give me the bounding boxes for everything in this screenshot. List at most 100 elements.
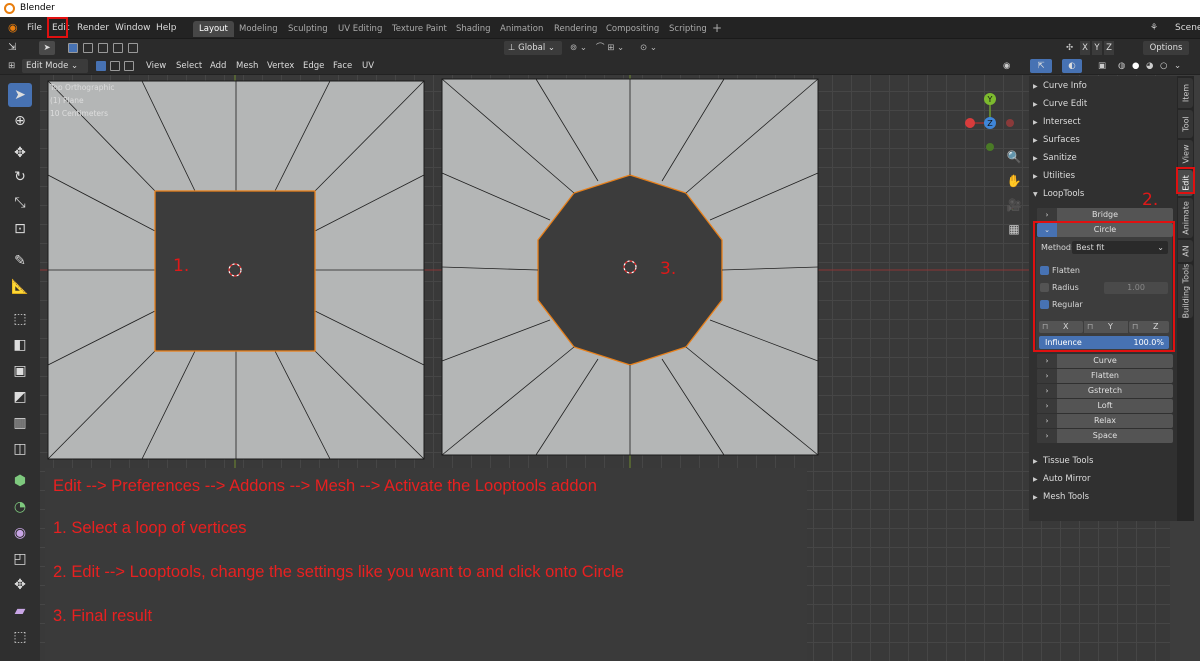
tab-texture-paint[interactable]: Texture Paint bbox=[386, 21, 453, 37]
camera-icon[interactable]: 🎥 bbox=[1005, 196, 1023, 214]
gizmo-toggle-icon[interactable]: ⇱ bbox=[1030, 59, 1052, 73]
transform-pivot-icon[interactable]: ⇲ bbox=[8, 41, 16, 55]
section-mesh-tools[interactable]: ▶ Mesh Tools bbox=[1033, 489, 1173, 505]
pan-hand-icon[interactable]: ✋ bbox=[1005, 172, 1023, 190]
proportional-edit-icon[interactable]: ⊙ ⌄ bbox=[640, 41, 657, 55]
annotate-tool-icon[interactable]: ✎ bbox=[8, 249, 32, 273]
menu-vertex[interactable]: Vertex bbox=[267, 59, 294, 73]
tab-modeling[interactable]: Modeling bbox=[233, 21, 284, 37]
select-mode-extend-icon[interactable] bbox=[83, 43, 93, 53]
xray-toggle-icon[interactable]: ▣ bbox=[1098, 59, 1106, 73]
grid-icon[interactable]: ▦ bbox=[1005, 220, 1023, 238]
vertex-select-icon[interactable] bbox=[96, 61, 106, 71]
menu-render[interactable]: Render bbox=[77, 20, 109, 36]
tab-scripting[interactable]: Scripting bbox=[663, 21, 713, 37]
overlays-toggle-icon[interactable]: ◐ bbox=[1062, 59, 1082, 73]
knife-tool-icon[interactable]: ◫ bbox=[8, 437, 32, 461]
menu-uv[interactable]: UV bbox=[362, 59, 374, 73]
rip-region-tool-icon[interactable]: ⬚ bbox=[8, 625, 32, 649]
mirror-x-toggle[interactable]: X bbox=[1080, 41, 1090, 55]
menu-view[interactable]: View bbox=[146, 59, 166, 73]
select-tool-icon[interactable]: ➤ bbox=[39, 41, 55, 55]
looptools-loft-button[interactable]: › Loft bbox=[1037, 399, 1173, 413]
select-box-tool-icon[interactable]: ➤ bbox=[8, 83, 32, 107]
menu-select[interactable]: Select bbox=[176, 59, 202, 73]
shrink-fatten-tool-icon[interactable]: ✥ bbox=[8, 573, 32, 597]
scene-icon[interactable]: ⚘ bbox=[1150, 20, 1158, 36]
tab-view[interactable]: View bbox=[1178, 140, 1193, 168]
add-workspace-icon[interactable]: + bbox=[712, 20, 722, 36]
pivot-point-icon[interactable]: ⊚ ⌄ bbox=[570, 41, 587, 55]
tab-rendering[interactable]: Rendering bbox=[548, 21, 603, 37]
extrude-tool-icon[interactable]: ◧ bbox=[8, 333, 32, 357]
tab-animate[interactable]: Animate bbox=[1178, 198, 1193, 238]
mirror-icon[interactable]: ✣ bbox=[1066, 41, 1073, 55]
mirror-z-toggle[interactable]: Z bbox=[1104, 41, 1114, 55]
face-select-icon[interactable] bbox=[124, 61, 134, 71]
looptools-bridge-button[interactable]: › Bridge bbox=[1037, 208, 1173, 222]
shading-options-icon[interactable]: ⌄ bbox=[1174, 59, 1181, 73]
section-auto-mirror[interactable]: ▶ Auto Mirror bbox=[1033, 471, 1173, 487]
section-utilities[interactable]: ▶ Utilities bbox=[1033, 168, 1173, 184]
navigation-gizmo[interactable]: Y Z bbox=[960, 85, 1020, 155]
transform-tool-icon[interactable]: ⊡ bbox=[8, 217, 32, 241]
section-intersect[interactable]: ▶ Intersect bbox=[1033, 114, 1173, 130]
scene-selector[interactable]: Scene bbox=[1175, 20, 1200, 36]
bevel-tool-icon[interactable]: ◩ bbox=[8, 385, 32, 409]
looptools-relax-button[interactable]: › Relax bbox=[1037, 414, 1173, 428]
mirror-y-toggle[interactable]: Y bbox=[1092, 41, 1102, 55]
inset-tool-icon[interactable]: ▣ bbox=[8, 359, 32, 383]
menu-edge[interactable]: Edge bbox=[303, 59, 324, 73]
shear-tool-icon[interactable]: ▰ bbox=[8, 599, 32, 623]
scale-tool-icon[interactable]: ⤡ bbox=[8, 191, 32, 215]
section-tissue-tools[interactable]: ▶ Tissue Tools bbox=[1033, 453, 1173, 469]
select-mode-new-icon[interactable] bbox=[68, 43, 78, 53]
mode-dropdown[interactable]: Edit Mode ⌄ bbox=[22, 59, 88, 73]
shading-material-icon[interactable]: ◕ bbox=[1146, 59, 1153, 73]
spin-tool-icon[interactable]: ◔ bbox=[8, 495, 32, 519]
snap-icon[interactable]: ⌒ ⊞ ⌄ bbox=[596, 41, 624, 55]
menu-help[interactable]: Help bbox=[156, 20, 177, 36]
visibility-icon[interactable]: ◉ bbox=[1003, 59, 1010, 73]
section-curve-info[interactable]: ▶ Curve Info bbox=[1033, 78, 1173, 94]
tab-item[interactable]: Item bbox=[1178, 78, 1193, 108]
tab-uv-editing[interactable]: UV Editing bbox=[332, 21, 388, 37]
menu-file[interactable]: File bbox=[27, 20, 42, 36]
cursor-tool-icon[interactable]: ⊕ bbox=[8, 109, 32, 133]
options-dropdown[interactable]: Options bbox=[1143, 41, 1189, 55]
zoom-icon[interactable]: 🔍 bbox=[1005, 148, 1023, 166]
select-mode-invert-icon[interactable] bbox=[113, 43, 123, 53]
move-tool-icon[interactable]: ✥ bbox=[8, 141, 32, 165]
poly-build-tool-icon[interactable]: ⬢ bbox=[8, 469, 32, 493]
tab-tool[interactable]: Tool bbox=[1178, 110, 1193, 138]
editor-type-icon[interactable]: ⊞ bbox=[8, 59, 15, 73]
measure-tool-icon[interactable]: 📐 bbox=[8, 275, 32, 299]
looptools-space-button[interactable]: › Space bbox=[1037, 429, 1173, 443]
select-mode-subtract-icon[interactable] bbox=[98, 43, 108, 53]
tab-building-tools[interactable]: Building Tools bbox=[1178, 264, 1193, 318]
looptools-curve-button[interactable]: › Curve bbox=[1037, 354, 1173, 368]
tab-compositing[interactable]: Compositing bbox=[600, 21, 665, 37]
select-mode-intersect-icon[interactable] bbox=[128, 43, 138, 53]
shading-rendered-icon[interactable]: ○ bbox=[1160, 59, 1167, 73]
edge-select-icon[interactable] bbox=[110, 61, 120, 71]
shading-solid-icon[interactable]: ● bbox=[1132, 59, 1139, 73]
tab-sculpting[interactable]: Sculpting bbox=[282, 21, 334, 37]
transform-orientation-dropdown[interactable]: ⊥ Global ⌄ bbox=[504, 41, 562, 55]
tab-animation[interactable]: Animation bbox=[494, 21, 549, 37]
looptools-flatten-button[interactable]: › Flatten bbox=[1037, 369, 1173, 383]
tab-an[interactable]: AN bbox=[1178, 240, 1193, 262]
tab-shading[interactable]: Shading bbox=[450, 21, 497, 37]
edge-slide-tool-icon[interactable]: ◰ bbox=[8, 547, 32, 571]
menu-mesh[interactable]: Mesh bbox=[236, 59, 258, 73]
tab-layout[interactable]: Layout bbox=[193, 21, 234, 37]
add-cube-tool-icon[interactable]: ⬚ bbox=[8, 307, 32, 331]
blender-menu-icon[interactable]: ◉ bbox=[8, 20, 18, 36]
section-curve-edit[interactable]: ▶ Curve Edit bbox=[1033, 96, 1173, 112]
menu-window[interactable]: Window bbox=[115, 20, 151, 36]
section-surfaces[interactable]: ▶ Surfaces bbox=[1033, 132, 1173, 148]
smooth-tool-icon[interactable]: ◉ bbox=[8, 521, 32, 545]
rotate-tool-icon[interactable]: ↻ bbox=[8, 165, 32, 189]
menu-add[interactable]: Add bbox=[210, 59, 226, 73]
shading-wireframe-icon[interactable]: ◍ bbox=[1118, 59, 1125, 73]
